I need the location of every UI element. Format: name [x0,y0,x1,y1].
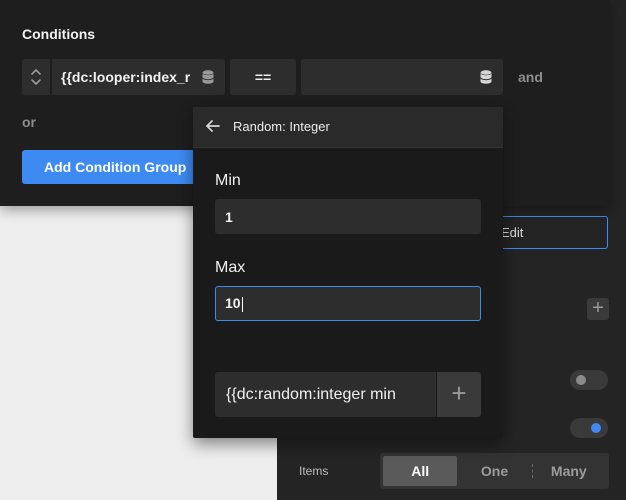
max-label: Max [215,259,246,276]
max-input-value: 10 [225,295,241,311]
sort-handle[interactable] [22,59,50,95]
segment-all[interactable]: All [383,456,458,486]
and-label: and [518,69,543,85]
max-input[interactable]: 10 [215,286,481,321]
condition-value-field[interactable] [301,59,503,95]
condition-key-value: {{dc:looper:index_r [61,69,191,85]
sort-icon [31,69,41,85]
items-segmented-control: All One Many [380,453,609,489]
insert-tag-button[interactable]: + [437,372,481,417]
plus-icon: + [592,297,604,319]
or-label: or [22,114,36,130]
min-label: Min [215,172,241,189]
edit-button-label: Edit [501,225,524,240]
conditions-title: Conditions [22,26,96,42]
min-input[interactable]: 1 [215,199,481,234]
condition-key-field[interactable]: {{dc:looper:index_r [52,59,225,95]
add-item-button[interactable]: + [587,298,609,320]
plus-icon: + [451,378,467,408]
min-input-value: 1 [225,209,233,225]
toggle-on[interactable] [570,418,608,438]
text-caret [241,296,243,312]
database-icon[interactable] [480,70,492,84]
segment-many[interactable]: Many [531,456,606,486]
toggle-knob [591,423,601,433]
database-icon[interactable] [202,70,214,84]
dynamic-tag-preview[interactable]: {{dc:random:integer min [215,372,436,417]
random-integer-popup: Random: Integer Min 1 Max 10 {{dc:random… [193,107,503,438]
popup-header: Random: Integer [193,107,503,148]
toggle-knob [576,375,586,385]
condition-operator[interactable]: == [230,59,296,95]
back-arrow-icon[interactable] [205,118,221,134]
toggle-off[interactable] [570,370,608,390]
add-condition-group-button[interactable]: Add Condition Group [22,150,197,184]
segment-one[interactable]: One [457,456,531,486]
items-label: Items [299,464,329,478]
popup-title: Random: Integer [233,119,330,134]
